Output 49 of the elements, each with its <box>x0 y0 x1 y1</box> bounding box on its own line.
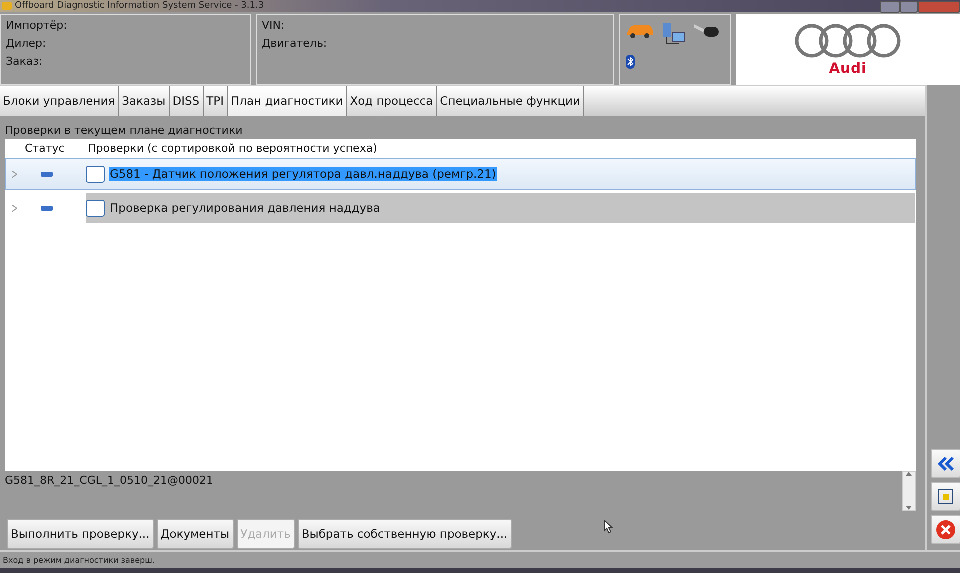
tab[interactable]: TPI <box>204 86 228 116</box>
maximize-button[interactable] <box>900 0 918 12</box>
test-id: G581_8R_21_CGL_1_0510_21@00021 <box>5 473 214 489</box>
field-label: Двигатель: <box>262 37 328 50</box>
column-header[interactable]: Проверки (с сортировкой по вероятности успеха) <box>85 142 485 155</box>
close-button[interactable] <box>931 515 960 544</box>
car-icon <box>626 23 654 39</box>
rings-logo-icon <box>794 22 902 58</box>
expand-arrow-icon[interactable] <box>12 204 17 212</box>
tab[interactable]: Блоки управления <box>0 86 120 116</box>
close-icon <box>936 520 956 540</box>
status-icon <box>41 206 53 210</box>
back-button[interactable] <box>931 449 960 478</box>
minimize-button[interactable] <box>880 0 900 12</box>
action-button[interactable]: Выбрать собственную проверку... <box>298 519 512 549</box>
test-icon <box>86 166 105 182</box>
double-chevron-icon <box>937 456 955 472</box>
tab[interactable]: Специальные функции <box>437 86 584 116</box>
action-button[interactable]: Выполнить проверку... <box>7 519 154 549</box>
column-header[interactable]: Статус <box>5 142 85 155</box>
status-icon <box>41 172 53 176</box>
action-button[interactable]: Документы <box>156 519 234 549</box>
scrollbar[interactable] <box>902 471 916 511</box>
expand-arrow-icon[interactable] <box>12 170 17 178</box>
frame-button[interactable] <box>931 482 960 511</box>
test-name: Проверка регулирования давления наддува <box>109 201 382 215</box>
frame-icon <box>937 488 955 506</box>
app-icon <box>2 2 12 10</box>
window-title: Offboard Diagnostic Information System Service - 3.1.3 <box>15 1 264 11</box>
section-title: Проверки в текущем плане диагностики <box>5 124 244 137</box>
scroll-down-icon[interactable] <box>906 506 912 510</box>
network-computer-icon <box>662 23 686 47</box>
tab[interactable]: Заказы <box>119 86 170 116</box>
field-label: Дилер: <box>6 37 48 50</box>
field-label: Заказ: <box>6 55 44 68</box>
test-icon <box>86 200 105 216</box>
tab[interactable]: План диагностики <box>228 86 348 116</box>
test-row[interactable]: G581 - Датчик положения регулятора давл.наддува (ремгр.21) <box>5 158 916 190</box>
field-label: VIN: <box>262 19 286 32</box>
key-icon <box>694 23 720 39</box>
mouse-cursor-icon <box>604 520 613 534</box>
status-text: Вход в режим диагностики заверш. <box>3 556 155 564</box>
tab[interactable]: Ход процесса <box>347 86 438 116</box>
tab[interactable]: DISS <box>170 86 204 116</box>
brand-name: Audi <box>829 60 867 76</box>
field-label: Импортёр: <box>6 19 68 32</box>
test-name: G581 - Датчик положения регулятора давл.наддува (ремгр.21) <box>109 167 498 181</box>
close-button[interactable] <box>918 0 960 12</box>
bluetooth-icon <box>626 55 635 69</box>
